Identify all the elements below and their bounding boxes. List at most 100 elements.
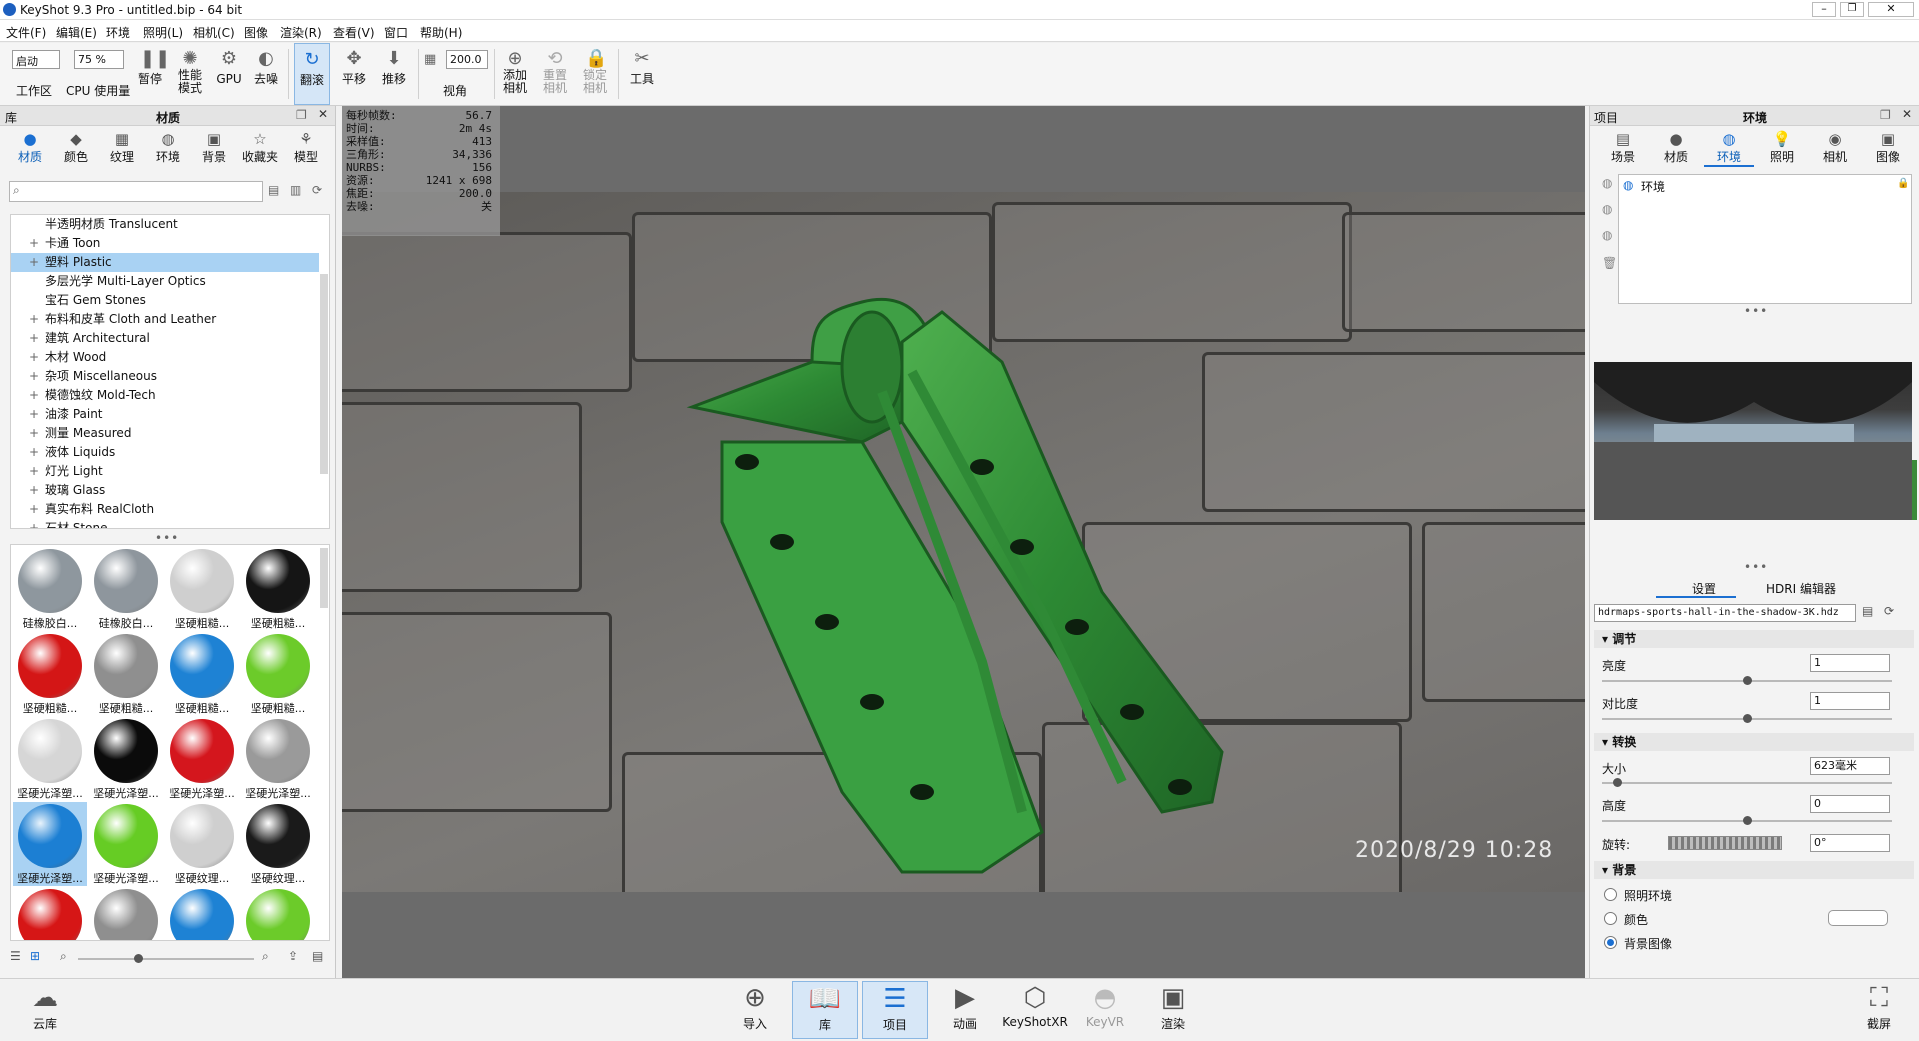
background-lighting-radio[interactable]: [1604, 888, 1617, 901]
zoom-in-icon[interactable]: ⌕: [262, 949, 269, 964]
menu-image[interactable]: 图像: [244, 24, 268, 41]
cloud-library-button[interactable]: ☁ 云库: [12, 981, 78, 1039]
thumbs-scrollbar[interactable]: [320, 548, 328, 608]
expand-icon[interactable]: +: [29, 519, 39, 528]
close-panel-icon[interactable]: ✕: [318, 107, 328, 121]
tools-button[interactable]: ✂ 工具: [624, 43, 660, 105]
material-thumbnail[interactable]: 坚硬粗糙...: [13, 632, 87, 716]
lock-icon[interactable]: 🔒: [1897, 178, 1909, 189]
material-thumbnail[interactable]: 坚硬纹理...: [241, 802, 315, 886]
tree-item[interactable]: 宝石 Gem Stones: [11, 291, 319, 310]
menu-render[interactable]: 渲染(R): [280, 24, 322, 41]
minimize-button[interactable]: –: [1812, 2, 1836, 17]
duplicate-environment-icon[interactable]: ◍: [1602, 202, 1612, 216]
close-button[interactable]: ✕: [1868, 2, 1914, 17]
tree-item[interactable]: + 石材 Stone: [11, 519, 319, 528]
tab-colors[interactable]: ◆ 颜色: [54, 130, 98, 165]
expand-icon[interactable]: +: [29, 386, 39, 405]
import-button[interactable]: ⊕ 导入: [722, 981, 788, 1039]
import-folder-icon[interactable]: ▥: [290, 183, 301, 197]
tree-item[interactable]: + 灯光 Light: [11, 462, 319, 481]
expand-icon[interactable]: +: [29, 424, 39, 443]
material-thumbnail[interactable]: 坚硬光泽塑...: [165, 717, 239, 801]
keyvr-button[interactable]: ◓ KeyVR: [1072, 981, 1138, 1039]
tab-textures[interactable]: ▦ 纹理: [100, 130, 144, 165]
gpu-button[interactable]: ⚙ GPU: [214, 43, 244, 105]
material-thumbnail[interactable]: 坚硬粗糙...: [89, 632, 163, 716]
expand-icon[interactable]: +: [29, 443, 39, 462]
menu-help[interactable]: 帮助(H): [420, 24, 462, 41]
tumble-button[interactable]: ↻ 翻滚: [294, 43, 330, 105]
project-button[interactable]: ☰ 项目: [862, 981, 928, 1039]
menu-file[interactable]: 文件(F): [6, 24, 46, 41]
tree-item[interactable]: + 建筑 Architectural: [11, 329, 319, 348]
add-camera-button[interactable]: ⊕ 添加 相机: [498, 43, 532, 105]
tree-item[interactable]: 多层光学 Multi-Layer Optics: [11, 272, 319, 291]
tree-item[interactable]: + 布料和皮革 Cloth and Leather: [11, 310, 319, 329]
thumbnail-size-slider[interactable]: [78, 954, 254, 963]
material-thumbnail[interactable]: 坚硬纹理...: [165, 802, 239, 886]
section-background[interactable]: ▾ 背景: [1594, 861, 1914, 879]
menu-view[interactable]: 查看(V): [333, 24, 375, 41]
expand-icon[interactable]: +: [29, 234, 39, 253]
open-folder-icon[interactable]: ▤: [1862, 604, 1873, 618]
height-slider[interactable]: [1602, 816, 1892, 825]
menu-window[interactable]: 窗口: [384, 24, 408, 41]
background-color-swatch[interactable]: [1828, 910, 1888, 926]
menu-environment[interactable]: 环境: [106, 24, 130, 41]
height-input[interactable]: 0: [1810, 795, 1890, 813]
lock-camera-button[interactable]: 🔒 锁定 相机: [578, 43, 612, 105]
copy-environment-icon[interactable]: ◍: [1602, 228, 1612, 242]
menu-camera[interactable]: 相机(C): [193, 24, 235, 41]
expand-icon[interactable]: +: [29, 405, 39, 424]
material-thumbnail[interactable]: 硅橡胶白...: [13, 547, 87, 631]
rotation-input[interactable]: 0°: [1810, 834, 1890, 852]
material-thumbnail[interactable]: 坚硬粗糙...: [165, 632, 239, 716]
tab-material[interactable]: ● 材质: [1651, 130, 1701, 165]
section-adjust[interactable]: ▾ 调节: [1594, 630, 1914, 648]
tab-environments[interactable]: ◍ 环境: [146, 130, 190, 165]
material-thumbnail[interactable]: 坚硬光泽塑...: [13, 802, 87, 886]
expand-icon[interactable]: +: [29, 481, 39, 500]
material-thumbnail[interactable]: 坚硬粗糙...: [241, 547, 315, 631]
material-thumbnail[interactable]: 坚硬光泽塑...: [89, 717, 163, 801]
tree-item[interactable]: + 油漆 Paint: [11, 405, 319, 424]
tree-item[interactable]: 半透明材质 Translucent: [11, 215, 319, 234]
tab-favorites[interactable]: ☆ 收藏夹: [238, 130, 282, 165]
float-panel-icon[interactable]: ❐: [1880, 108, 1891, 122]
brightness-slider[interactable]: [1602, 676, 1892, 685]
contrast-slider[interactable]: [1602, 714, 1892, 723]
restore-button[interactable]: ❐: [1840, 2, 1864, 17]
contrast-input[interactable]: 1: [1810, 692, 1890, 710]
material-thumbnail[interactable]: [13, 887, 87, 940]
library-button[interactable]: 📖 库: [792, 981, 858, 1039]
material-thumbnail[interactable]: [89, 887, 163, 940]
menu-edit[interactable]: 编辑(E): [56, 24, 97, 41]
pause-button[interactable]: ❚❚ 暂停: [134, 43, 170, 105]
background-image-radio[interactable]: [1604, 936, 1617, 949]
tab-settings[interactable]: 设置: [1692, 580, 1716, 597]
splitter-handle[interactable]: •••: [155, 531, 179, 545]
splitter-handle[interactable]: •••: [1744, 560, 1768, 574]
grid-view-icon[interactable]: ⊞: [30, 949, 40, 963]
tab-models[interactable]: ⚘ 模型: [284, 130, 328, 165]
material-thumbnail[interactable]: 硅橡胶白...: [89, 547, 163, 631]
material-thumbnail[interactable]: 坚硬光泽塑...: [241, 717, 315, 801]
material-thumbnail[interactable]: 坚硬光泽塑...: [13, 717, 87, 801]
tree-item[interactable]: + 测量 Measured: [11, 424, 319, 443]
open-folder-icon[interactable]: ▤: [312, 949, 323, 963]
tree-item[interactable]: + 玻璃 Glass: [11, 481, 319, 500]
tree-item[interactable]: + 木材 Wood: [11, 348, 319, 367]
float-panel-icon[interactable]: ❐: [296, 108, 307, 122]
dolly-button[interactable]: ⬇ 推移: [376, 43, 412, 105]
hdri-scrollbar[interactable]: [1912, 460, 1917, 520]
tab-hdri-editor[interactable]: HDRI 编辑器: [1766, 580, 1836, 597]
tab-lighting[interactable]: 💡 照明: [1757, 130, 1807, 165]
material-thumbnail[interactable]: [241, 887, 315, 940]
expand-icon[interactable]: +: [29, 462, 39, 481]
expand-icon[interactable]: +: [29, 500, 39, 519]
expand-icon[interactable]: +: [29, 367, 39, 386]
performance-mode-button[interactable]: ✺ 性能 模式: [172, 43, 208, 105]
rotation-dial[interactable]: [1668, 836, 1782, 850]
expand-icon[interactable]: +: [29, 310, 39, 329]
